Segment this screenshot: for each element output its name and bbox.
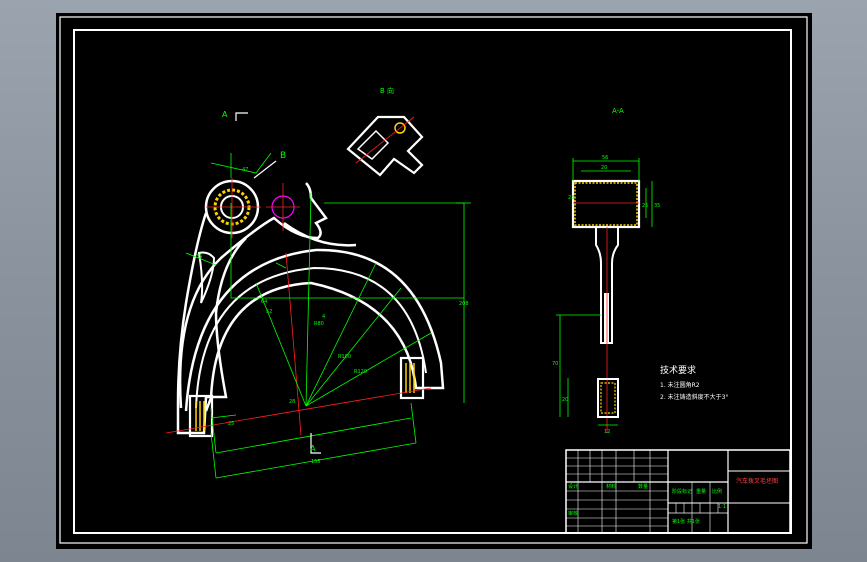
- title-block-qty: 数量: [638, 483, 648, 490]
- section-view-label: A-A: [612, 107, 624, 115]
- section-view-aa: A-A 56 20 35 25 23 70 20 12: [552, 107, 660, 435]
- label-a-bottom: A: [310, 444, 316, 453]
- center-line-1: [285, 252, 302, 436]
- aux-view-label: B 向: [380, 86, 394, 95]
- tech-req-title: 技术要求: [660, 364, 696, 376]
- aux-view-b: B 向: [346, 86, 424, 177]
- dim-text: 23: [568, 195, 574, 201]
- title-block-check: 审核: [568, 510, 578, 517]
- fork-outer-contour: [178, 182, 357, 409]
- dim-text: R80: [314, 321, 324, 327]
- tech-requirements: 技术要求 1. 未注圆角R2 2. 未注铸造斜度不大于3°: [660, 364, 728, 401]
- dim-text: 20: [562, 397, 568, 403]
- title-block-scale-value: 1:1: [718, 504, 726, 510]
- title-block-zone: 阶段标记: [672, 488, 692, 495]
- dim-text: R100: [338, 354, 351, 360]
- title-block-material: 材料: [606, 483, 616, 490]
- cad-drawing: A A B 47 35 52 R80 R100 R120 155 208 28 …: [59, 16, 808, 544]
- dim-text: 25: [228, 421, 234, 427]
- title-block-design: 设计: [568, 483, 578, 490]
- tech-req-item-1: 1. 未注圆角R2: [660, 381, 700, 389]
- fork-arm-inner: [197, 251, 216, 304]
- dim-text: 56: [602, 155, 608, 161]
- tech-req-item-2: 2. 未注铸造斜度不大于3°: [660, 393, 728, 401]
- dim-text: 47: [242, 167, 248, 173]
- label-a-top: A: [222, 110, 228, 119]
- dim-text: 52: [266, 309, 272, 315]
- title-block-drawing-title: 汽车拨叉毛坯图: [736, 477, 778, 485]
- title-block-weight: 重量: [696, 488, 706, 495]
- inner-frame: [73, 29, 792, 534]
- dim-text: 35: [654, 203, 660, 209]
- title-block-sheet: 第1张 共1张: [672, 518, 700, 525]
- dim-text: 208: [459, 301, 469, 307]
- title-block-scale-label: 比例: [712, 488, 722, 495]
- dim-text: 64: [261, 299, 267, 305]
- dim-text: R120: [354, 369, 367, 375]
- outer-frame: [59, 16, 808, 544]
- dim-text: 4: [322, 314, 325, 320]
- dim-text: 20: [601, 165, 607, 171]
- dim-text: 28: [289, 399, 295, 405]
- dim-text: 25: [642, 203, 648, 209]
- cad-viewport[interactable]: A A B 47 35 52 R80 R100 R120 155 208 28 …: [56, 13, 812, 549]
- dim-text: 70: [552, 361, 558, 367]
- dim-text: 155: [311, 459, 321, 465]
- label-b-arrow: B: [280, 151, 286, 161]
- dim-text: 35: [196, 254, 202, 260]
- dim-text: 12: [604, 429, 610, 435]
- main-view: A A B 47 35 52 R80 R100 R120 155 208 28 …: [165, 110, 471, 479]
